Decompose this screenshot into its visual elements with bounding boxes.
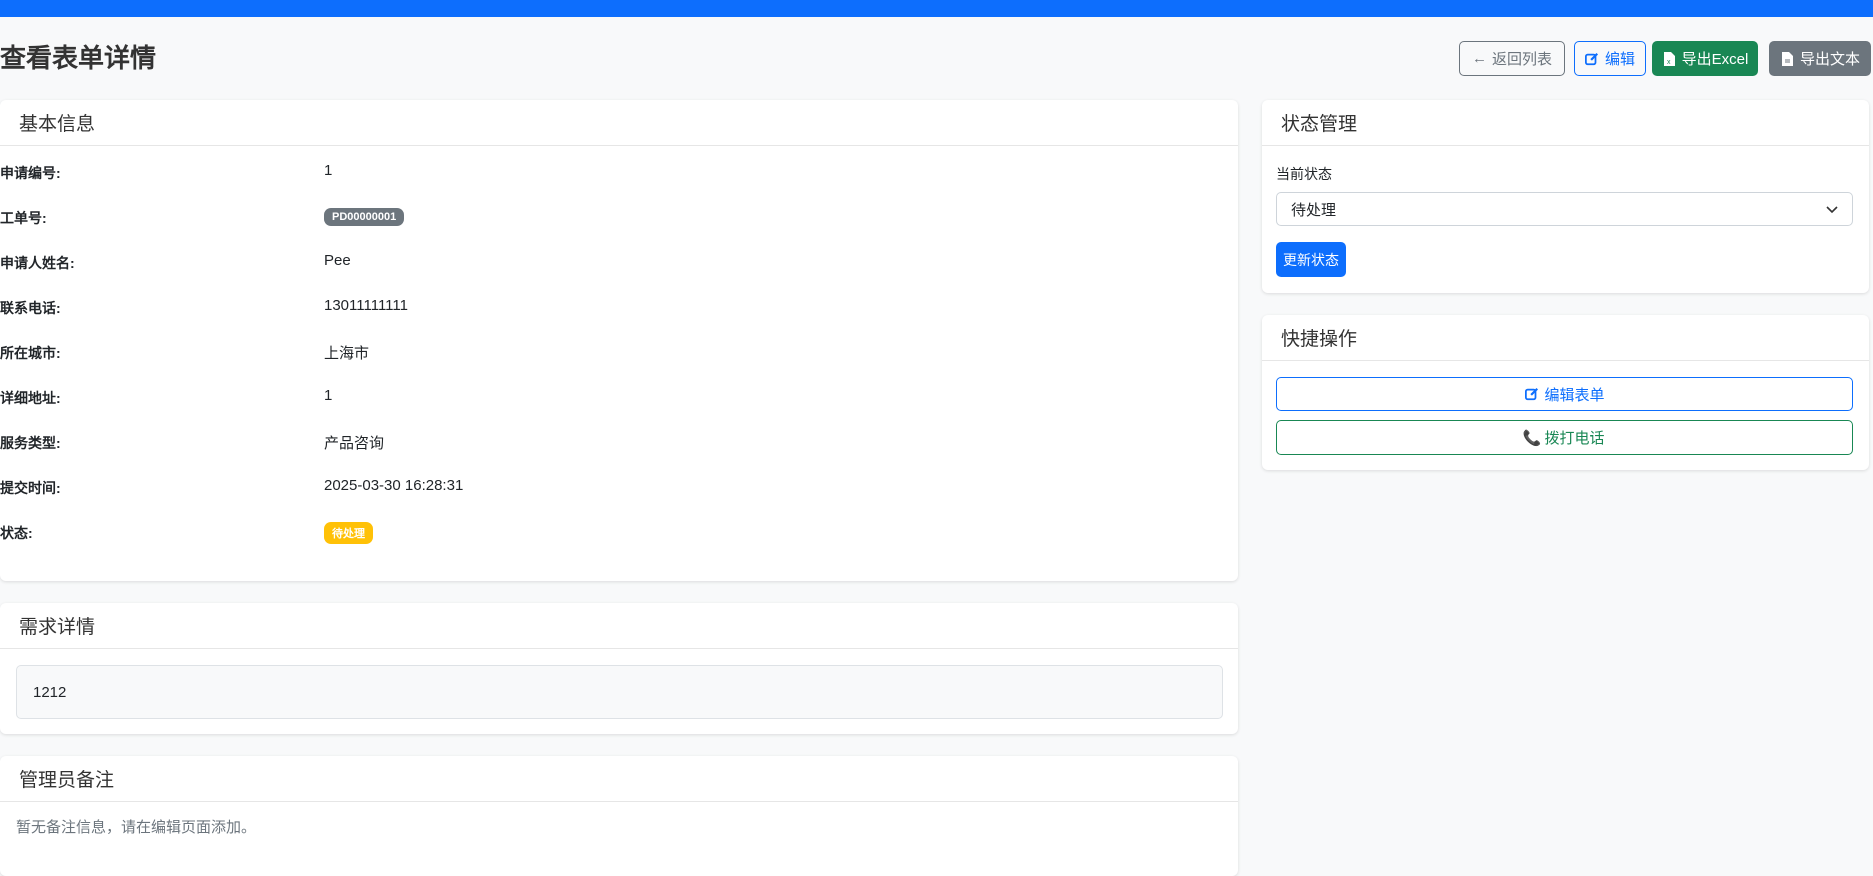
field-value: 13011111111 <box>324 297 408 314</box>
status-select[interactable]: 待处理 <box>1276 192 1853 226</box>
card-title: 状态管理 <box>1262 100 1869 146</box>
card-title: 快捷操作 <box>1262 315 1869 361</box>
card-title: 基本信息 <box>0 100 1238 146</box>
field-label: 申请人姓名: <box>0 255 75 271</box>
export-excel-button[interactable]: x 导出Excel <box>1652 41 1758 76</box>
field-row: 状态: 待处理 <box>0 520 1238 544</box>
status-badge: 待处理 <box>324 522 373 544</box>
field-row: 详细地址: 1 <box>0 385 1238 409</box>
current-status-label: 当前状态 <box>1276 166 1332 182</box>
quick-actions-card: 快捷操作 编辑表单 📞 拨打电话 <box>1262 315 1869 470</box>
update-status-button[interactable]: 更新状态 <box>1276 242 1346 277</box>
field-row: 申请人姓名: Pee <box>0 250 1238 274</box>
phone-icon: 📞 <box>1522 429 1542 447</box>
field-label: 工单号: <box>0 210 47 226</box>
requirement-card: 需求详情 1212 <box>0 603 1238 734</box>
field-row: 提交时间: 2025-03-30 16:28:31 <box>0 475 1238 499</box>
call-phone-button[interactable]: 📞 拨打电话 <box>1276 420 1853 455</box>
excel-file-icon: x <box>1662 51 1677 66</box>
field-value: 产品咨询 <box>324 435 385 452</box>
svg-text:x: x <box>1667 59 1671 66</box>
arrow-left-icon: ← <box>1471 50 1487 67</box>
text-file-icon <box>1780 51 1795 66</box>
card-title: 需求详情 <box>0 603 1238 649</box>
field-label: 所在城市: <box>0 345 61 361</box>
requirement-content: 1212 <box>16 665 1223 719</box>
field-value: Pee <box>324 252 351 269</box>
field-label: 联系电话: <box>0 300 61 316</box>
edit-icon <box>1524 387 1539 402</box>
card-title: 管理员备注 <box>0 756 1238 802</box>
field-row: 服务类型: 产品咨询 <box>0 430 1238 454</box>
field-row: 工单号: PD00000001 <box>0 205 1238 229</box>
field-value: 上海市 <box>324 345 370 362</box>
field-label: 提交时间: <box>0 480 61 496</box>
field-label: 服务类型: <box>0 435 61 451</box>
field-label: 状态: <box>0 525 33 541</box>
field-label: 详细地址: <box>0 390 61 406</box>
basic-info-card: 基本信息 申请编号: 1 工单号: PD00000001 申请人姓名: Pee 联系电话: 1… <box>0 100 1238 581</box>
field-label: 申请编号: <box>0 165 61 181</box>
edit-form-button[interactable]: 编辑表单 <box>1276 377 1853 411</box>
back-to-list-button[interactable]: ← 返回列表 <box>1459 41 1565 76</box>
chevron-down-icon <box>1826 201 1838 218</box>
field-row: 所在城市: 上海市 <box>0 340 1238 364</box>
field-row: 联系电话: 13011111111 <box>0 295 1238 319</box>
notes-empty-text: 暂无备注信息，请在编辑页面添加。 <box>16 819 257 836</box>
edit-icon <box>1585 51 1600 66</box>
field-value: 1 <box>324 162 333 179</box>
order-number-badge: PD00000001 <box>324 208 405 226</box>
page-title: 查看表单详情 <box>0 43 157 73</box>
field-value: 1 <box>324 387 333 404</box>
field-row: 申请编号: 1 <box>0 160 1238 184</box>
admin-notes-card: 管理员备注 暂无备注信息，请在编辑页面添加。 <box>0 756 1238 876</box>
export-text-button[interactable]: 导出文本 <box>1769 41 1871 76</box>
edit-button[interactable]: 编辑 <box>1574 41 1646 76</box>
field-value: 2025-03-30 16:28:31 <box>324 477 464 494</box>
status-card: 状态管理 当前状态 待处理 更新状态 <box>1262 100 1869 293</box>
top-bar <box>0 0 1873 17</box>
